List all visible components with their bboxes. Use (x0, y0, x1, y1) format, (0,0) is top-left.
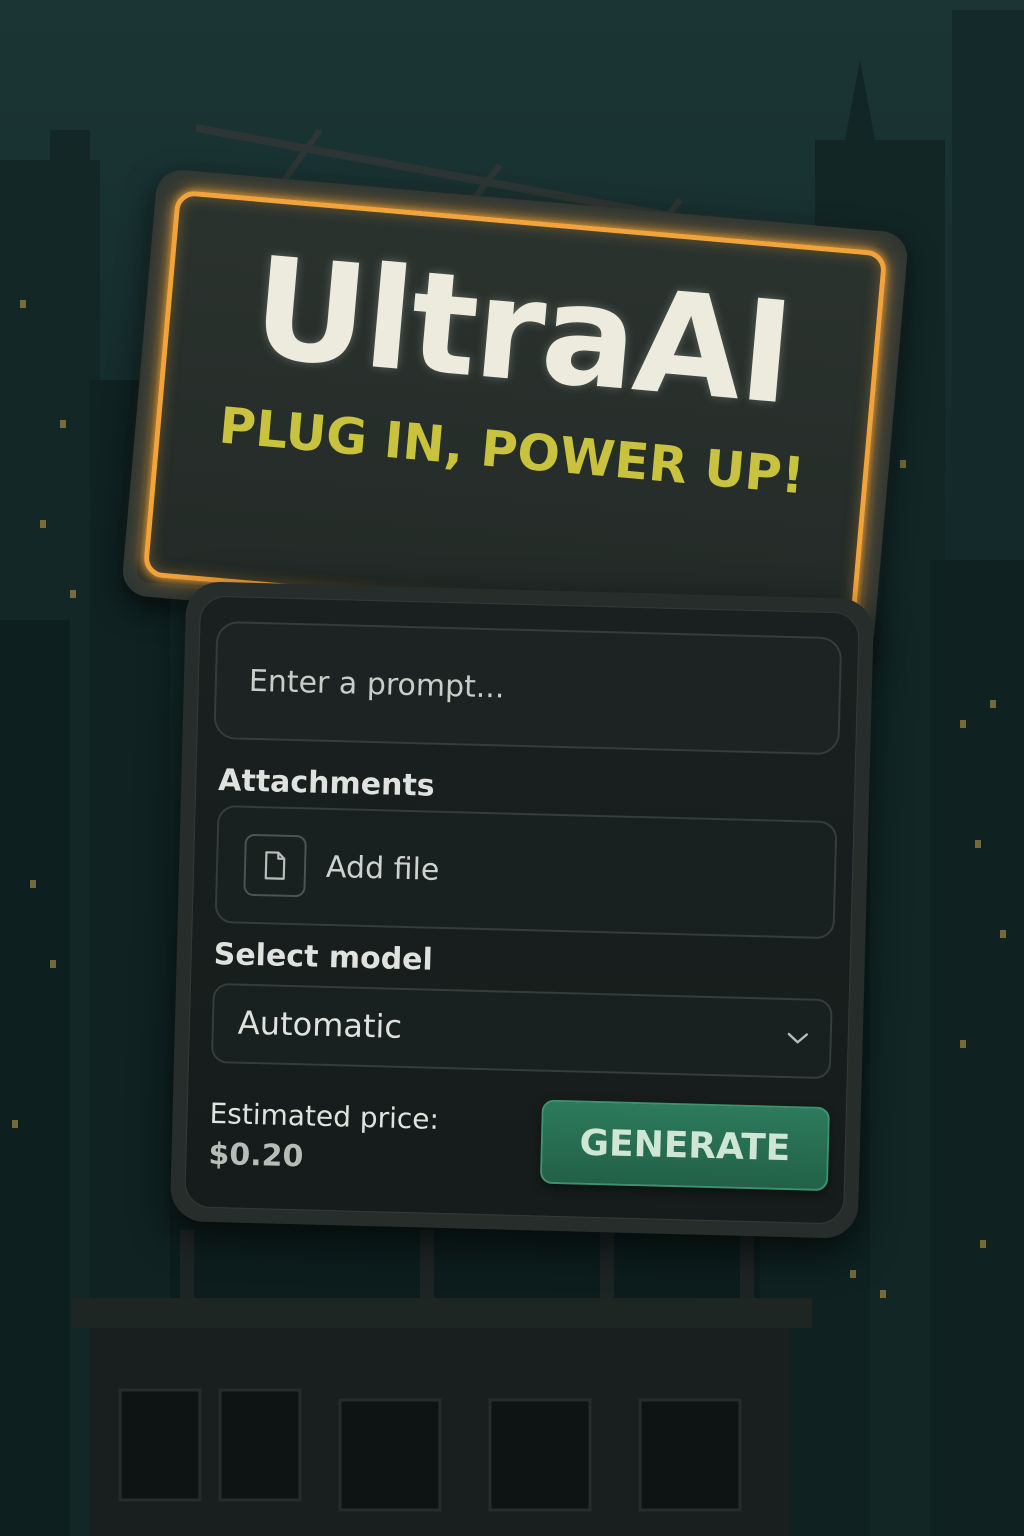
panel-body: Attachments Add file Select model Automa… (184, 595, 860, 1225)
prompt-input[interactable] (213, 620, 843, 756)
chevron-down-icon (787, 1032, 809, 1044)
model-select[interactable]: Automatic (210, 982, 833, 1080)
generate-button[interactable]: GENERATE (539, 1099, 830, 1192)
estimated-price-value: $0.20 (208, 1136, 304, 1175)
city-night-scene: UltraAI PLUG IN, POWER UP! Attachments A… (0, 0, 1024, 1536)
file-icon (243, 833, 307, 898)
add-file-button[interactable]: Add file (214, 804, 838, 940)
select-model-label: Select model (213, 936, 434, 978)
generate-panel: Attachments Add file Select model Automa… (169, 581, 875, 1239)
estimated-price-label: Estimated price: (209, 1096, 440, 1136)
attachments-label: Attachments (217, 763, 436, 804)
model-selected-value: Automatic (237, 1003, 403, 1046)
add-file-label: Add file (325, 849, 440, 888)
